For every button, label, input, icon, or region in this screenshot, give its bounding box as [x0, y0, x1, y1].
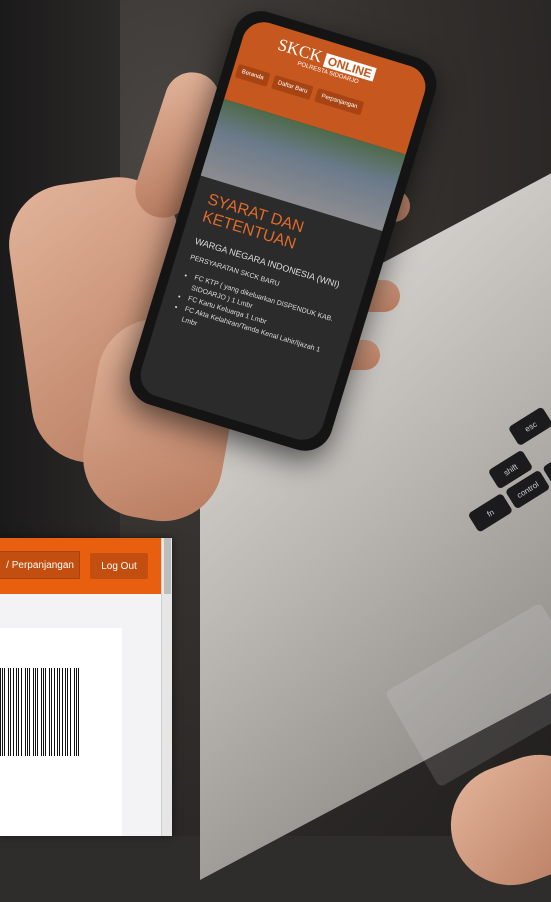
barcode-image	[0, 668, 82, 756]
menu-item-daftar-baru: Daftar Baru	[271, 75, 314, 100]
barcode-bar	[65, 668, 66, 756]
perpanjangan-button[interactable]: / Perpanjangan	[0, 551, 80, 579]
vertical-scrollbar[interactable]	[161, 538, 172, 836]
barcode-bar	[57, 668, 58, 756]
barcode-bar	[0, 668, 1, 756]
barcode-bar	[37, 668, 38, 756]
barcode-bar	[78, 668, 79, 756]
barcode-bar	[8, 668, 9, 756]
menu-item-beranda: Beranda	[235, 64, 270, 87]
scrollbar-thumb[interactable]	[164, 538, 171, 594]
barcode-bar	[21, 668, 22, 756]
barcode-bar	[16, 668, 17, 756]
logout-button[interactable]: Log Out	[90, 553, 148, 579]
site-navbar: / Perpanjangan Log Out	[0, 538, 172, 594]
content-area	[0, 594, 162, 836]
barcode-bar	[70, 668, 71, 756]
barcode-bar	[49, 668, 50, 756]
skck-card	[0, 628, 122, 836]
barcode-bar	[41, 668, 42, 756]
browser-window: / Perpanjangan Log Out	[0, 538, 172, 836]
menu-item-perpanjangan: Perpanjangan	[315, 88, 364, 115]
barcode-bar	[29, 668, 30, 756]
